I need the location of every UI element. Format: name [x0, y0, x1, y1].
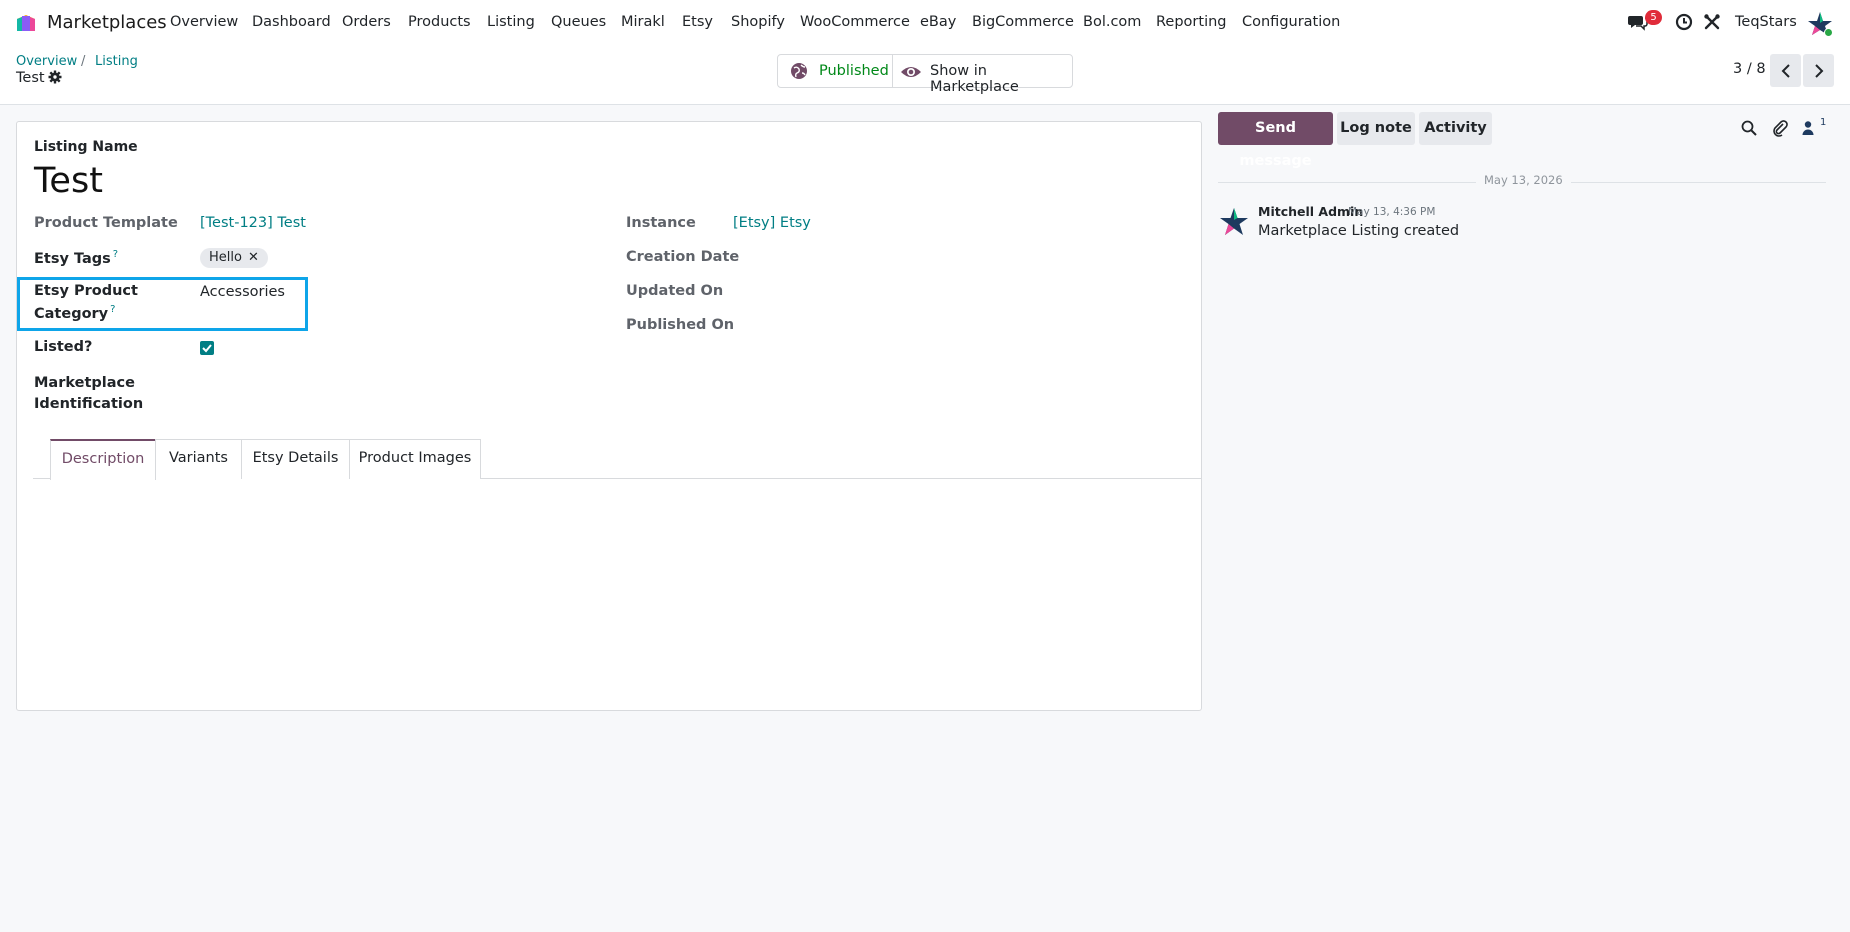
menu-woocommerce[interactable]: WooCommerce — [800, 14, 910, 30]
listing-name-field[interactable]: Test — [34, 161, 103, 201]
marketplace-app-icon[interactable] — [14, 11, 38, 35]
activity-button[interactable]: Activity — [1419, 112, 1492, 145]
pager-value[interactable]: 3 / 8 — [1733, 61, 1766, 77]
send-message-button[interactable]: Send message — [1218, 112, 1333, 169]
close-icon[interactable]: ✕ — [248, 250, 259, 265]
menu-products[interactable]: Products — [408, 14, 471, 30]
company-switcher[interactable]: TeqStars — [1735, 14, 1797, 30]
form-sheet: Listing Name Test Product Template [Test… — [16, 121, 1202, 711]
user-online-indicator — [1824, 28, 1833, 37]
published-on-label: Published On — [626, 317, 735, 333]
etsy-tags-label: Etsy Tags? — [34, 249, 119, 267]
menu-shopify[interactable]: Shopify — [731, 14, 785, 30]
eye-icon — [901, 67, 921, 77]
tab-etsy-details[interactable]: Etsy Details — [241, 439, 350, 479]
help-icon[interactable]: ? — [113, 249, 118, 260]
followers-count: 1 — [1820, 117, 1827, 128]
marketplace-identification-label-line2: Identification — [34, 396, 144, 412]
menu-bolcom[interactable]: Bol.com — [1083, 14, 1141, 30]
control-panel: Overview / Listing Test Published Show i… — [0, 46, 1850, 105]
marketplace-identification-label: Marketplace — [34, 375, 135, 391]
menu-ebay[interactable]: eBay — [920, 14, 956, 30]
menu-dashboard[interactable]: Dashboard — [252, 14, 331, 30]
menu-listing[interactable]: Listing — [487, 14, 535, 30]
tab-product-images[interactable]: Product Images — [349, 439, 481, 479]
followers-icon[interactable] — [1801, 119, 1819, 137]
clock-icon[interactable] — [1674, 12, 1694, 32]
globe-icon — [791, 63, 807, 79]
breadcrumb-overview[interactable]: Overview — [16, 54, 77, 69]
menu-reporting[interactable]: Reporting — [1156, 14, 1227, 30]
menu-mirakl[interactable]: Mirakl — [621, 14, 665, 30]
notebook-tabs: Description Variants Etsy Details Produc… — [33, 439, 1201, 480]
menu-bigcommerce[interactable]: BigCommerce — [972, 14, 1074, 30]
instance-field[interactable]: [Etsy] Etsy — [733, 215, 811, 231]
publish-button-group: Published Show in Marketplace — [777, 54, 1073, 95]
message-date: May 13, 4:36 PM — [1348, 206, 1436, 218]
pager-previous-button[interactable] — [1770, 54, 1801, 87]
published-button[interactable]: Published — [778, 55, 893, 87]
menu-configuration[interactable]: Configuration — [1242, 14, 1340, 30]
tools-icon[interactable] — [1702, 12, 1722, 32]
menu-queues[interactable]: Queues — [551, 14, 606, 30]
category-highlight-box — [17, 277, 308, 331]
messages-badge: 5 — [1645, 10, 1662, 25]
gear-icon[interactable] — [48, 70, 62, 84]
tab-variants[interactable]: Variants — [155, 439, 242, 479]
top-navbar: Marketplaces Overview Dashboard Orders P… — [0, 0, 1850, 46]
creation-date-label: Creation Date — [626, 249, 740, 265]
tag-label: Hello — [209, 250, 242, 265]
app-name[interactable]: Marketplaces — [47, 12, 167, 33]
pager-next-button[interactable] — [1803, 54, 1834, 87]
check-icon — [202, 344, 212, 353]
show-in-marketplace-button[interactable]: Show in Marketplace — [930, 63, 1072, 95]
menu-orders[interactable]: Orders — [342, 14, 391, 30]
listed-label: Listed? — [34, 339, 93, 355]
paperclip-icon[interactable] — [1771, 119, 1789, 137]
updated-on-label: Updated On — [626, 283, 724, 299]
date-separator: May 13, 2026 — [1476, 173, 1571, 187]
breadcrumb-listing[interactable]: Listing — [95, 54, 138, 69]
listed-checkbox[interactable] — [200, 341, 214, 355]
log-note-button[interactable]: Log note — [1337, 112, 1415, 145]
menu-overview[interactable]: Overview — [170, 14, 238, 30]
chevron-left-icon — [1781, 63, 1790, 78]
tab-description[interactable]: Description — [50, 439, 156, 480]
record-title: Test — [16, 70, 45, 86]
chevron-right-icon — [1814, 63, 1823, 78]
breadcrumb-separator: / — [81, 54, 86, 69]
search-icon[interactable] — [1740, 119, 1758, 137]
message-body: Marketplace Listing created — [1258, 223, 1460, 239]
listing-name-label: Listing Name — [34, 139, 138, 155]
published-label: Published — [819, 63, 889, 79]
product-template-label: Product Template — [34, 215, 178, 231]
menu-etsy[interactable]: Etsy — [682, 14, 713, 30]
author-avatar-icon — [1220, 208, 1248, 235]
product-template-field[interactable]: [Test-123] Test — [200, 215, 306, 231]
etsy-tag-chip[interactable]: Hello ✕ — [200, 248, 268, 268]
instance-label: Instance — [626, 215, 696, 231]
